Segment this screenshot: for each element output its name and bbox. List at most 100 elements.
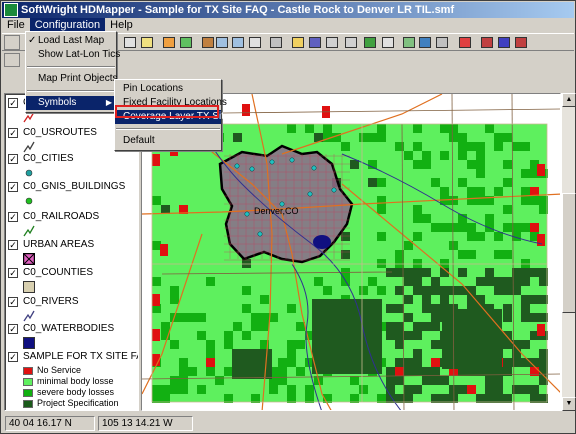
coverage-cell — [422, 322, 431, 331]
symbol-icon[interactable] — [401, 35, 417, 50]
coverage-cell — [386, 385, 395, 394]
coverage-cell — [521, 259, 530, 268]
city-point — [244, 211, 250, 217]
no-service-cell — [395, 367, 404, 376]
print-icon[interactable] — [268, 35, 284, 50]
layer-name: C0_RAILROADS — [23, 211, 100, 222]
coverage-cell — [359, 286, 368, 295]
submenu-arrow-icon: ▶ — [105, 98, 112, 107]
coverage-cell — [440, 187, 449, 196]
zoom-out-glyph — [232, 37, 244, 48]
coverage-cell — [521, 223, 530, 232]
coverage-cell — [476, 277, 485, 286]
coverage-cell — [467, 160, 476, 169]
zoom-in-icon[interactable] — [214, 35, 230, 50]
paste-glyph — [345, 37, 357, 48]
coverage-cell — [521, 358, 530, 367]
layer-visibility-checkbox[interactable]: ✓ — [8, 98, 18, 108]
coverage-cell — [269, 385, 278, 394]
coverage-cell — [197, 385, 206, 394]
coverage-swatch — [23, 377, 33, 386]
zoom-full-icon[interactable] — [247, 35, 263, 50]
coverage-cell — [431, 223, 440, 232]
menu-item-default[interactable]: Default — [115, 134, 221, 148]
status-longitude: 105 13 14.21 W — [98, 415, 193, 431]
coverage-cell — [422, 268, 431, 277]
layer-visibility-checkbox[interactable]: ✓ — [8, 212, 18, 222]
tower-icon[interactable] — [479, 35, 495, 50]
coverage-cell — [422, 376, 431, 385]
dxf-icon[interactable] — [380, 35, 396, 50]
save-icon[interactable] — [307, 35, 323, 50]
coverage-cell — [395, 142, 404, 151]
layer-visibility-checkbox[interactable]: ✓ — [8, 154, 18, 164]
layer-name: C0_CITIES — [23, 153, 74, 164]
zoom-out-icon[interactable] — [230, 35, 246, 50]
title-bar[interactable]: SoftWright HDMapper - Sample for TX Site… — [2, 2, 574, 18]
link-icon[interactable] — [496, 35, 512, 50]
menu-item-map-print-objects[interactable]: Map Print Objects — [26, 72, 117, 86]
coverage-cell — [161, 385, 170, 394]
scroll-thumb[interactable] — [562, 193, 576, 313]
coverage-swatch — [23, 399, 33, 408]
print-glyph — [270, 37, 282, 48]
coverage-cell — [368, 178, 377, 187]
color-icon[interactable] — [417, 35, 433, 50]
menu-item-load-last-map[interactable]: ✓ Load Last Map — [26, 34, 116, 48]
city-point-icon — [23, 167, 35, 179]
scroll-up-arrow-icon[interactable]: ▲ — [562, 93, 576, 107]
coverage-cell — [467, 232, 476, 241]
layer-visibility-checkbox[interactable]: ✓ — [8, 324, 18, 334]
layer-visibility-checkbox[interactable]: ✓ — [8, 128, 18, 138]
menu-item-show-lat-lon-tics[interactable]: Show Lat-Lon Tics — [26, 48, 120, 62]
no-service-cell — [160, 244, 168, 256]
layer-visibility-checkbox[interactable]: ✓ — [8, 352, 18, 362]
coverage-cell — [503, 331, 512, 340]
layer-visibility-checkbox[interactable]: ✓ — [8, 268, 18, 278]
coverage-cell — [413, 124, 422, 133]
coverage-cell — [467, 223, 476, 232]
coverage-cell — [188, 367, 197, 376]
copy-icon[interactable] — [324, 35, 340, 50]
coverage-cell — [206, 277, 215, 286]
coverage-cell — [386, 304, 395, 313]
open-map-icon[interactable] — [139, 35, 155, 50]
coverage-cell — [404, 331, 413, 340]
coverage-class-item: No Service — [23, 365, 81, 375]
network-icon[interactable] — [513, 35, 529, 50]
scroll-down-arrow-icon[interactable]: ▼ — [562, 397, 576, 411]
coverage-cell — [341, 142, 350, 151]
zoom-tool-button[interactable] — [4, 35, 20, 50]
coverage-cell — [341, 232, 350, 241]
coverage-cell — [521, 277, 530, 286]
map-vertical-scrollbar[interactable]: ▲ ▼ — [561, 93, 576, 411]
layer-tool-button[interactable] — [4, 53, 20, 67]
coverage-cell — [422, 295, 431, 304]
coverage-cell — [350, 160, 359, 169]
coverage-class-item: severe body losses — [23, 387, 114, 397]
coverage-cell — [440, 295, 449, 304]
grid-icon[interactable] — [434, 35, 450, 50]
layer-props-icon[interactable] — [178, 35, 194, 50]
coverage-cell — [404, 367, 413, 376]
coverage-cell — [215, 376, 224, 385]
layer-visibility-checkbox[interactable]: ✓ — [8, 240, 18, 250]
coverage-cell — [458, 142, 467, 151]
pin-icon[interactable] — [457, 35, 473, 50]
paste-icon[interactable] — [343, 35, 359, 50]
edit-icon[interactable] — [362, 35, 378, 50]
coverage-cell — [503, 304, 512, 313]
open-file-icon[interactable] — [290, 35, 306, 50]
select-arrow-glyph — [124, 37, 136, 48]
layer-list-icon[interactable] — [161, 35, 177, 50]
coverage-cell — [431, 340, 440, 349]
menu-item-pin-locations[interactable]: Pin Locations — [115, 82, 221, 96]
coverage-cell — [413, 331, 422, 340]
coverage-cell — [476, 142, 485, 151]
coverage-cell — [386, 367, 395, 376]
select-arrow-icon[interactable] — [122, 35, 138, 50]
menu-item-symbols[interactable]: Symbols ▶ — [26, 96, 116, 110]
layer-visibility-checkbox[interactable]: ✓ — [8, 297, 18, 307]
layer-visibility-checkbox[interactable]: ✓ — [8, 182, 18, 192]
no-service-cell — [152, 294, 160, 306]
